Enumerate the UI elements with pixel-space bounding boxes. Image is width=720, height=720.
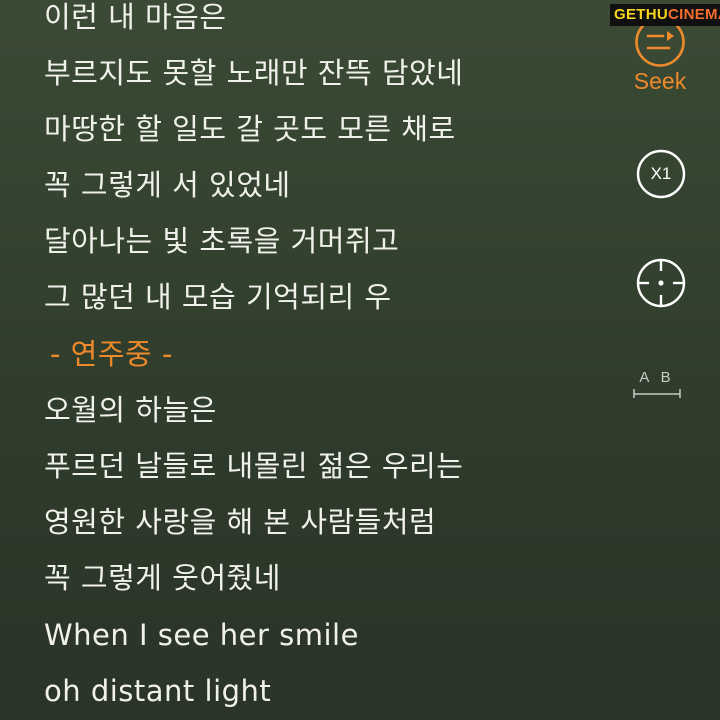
lyric-line[interactable]: 부르지도 못할 노래만 잔뜩 담았네 xyxy=(44,55,463,91)
lyric-line[interactable]: 이런 내 마음은 xyxy=(44,0,227,35)
watermark-part2: CINEMA xyxy=(668,6,720,23)
lyric-line[interactable]: 영원한 사랑을 해 본 사람들처럼 xyxy=(44,504,436,540)
current-position-button[interactable] xyxy=(636,258,686,308)
watermark-part1: GETHU xyxy=(614,6,668,23)
lyric-line[interactable]: 꼭 그렇게 서 있었네 xyxy=(44,167,291,203)
watermark-logo: GETHUCINEMA xyxy=(610,4,720,26)
ab-repeat-icon xyxy=(633,389,681,398)
lyric-line[interactable]: 마땅한 할 일도 갈 곳도 모른 채로 xyxy=(44,111,456,147)
control-sidebar: Seek X1 A B xyxy=(600,0,720,720)
lyric-line[interactable]: 오월의 하늘은 xyxy=(44,392,217,428)
seek-label: Seek xyxy=(633,68,687,94)
lyric-line[interactable]: 달아나는 빛 초록을 거머쥐고 xyxy=(44,223,399,259)
ab-repeat-button[interactable]: A B xyxy=(632,369,682,401)
lyric-line[interactable]: 푸르던 날들로 내몰린 젊은 우리는 xyxy=(44,448,463,484)
lyric-line[interactable]: 그 많던 내 모습 기억되리 우 xyxy=(44,279,392,315)
playback-speed-label: X1 xyxy=(650,164,672,183)
ab-repeat-label: A B xyxy=(639,369,675,386)
target-icon xyxy=(636,258,686,308)
lyric-line[interactable]: 꼭 그렇게 웃어줬네 xyxy=(44,560,281,596)
playback-speed-button[interactable]: X1 xyxy=(636,149,686,199)
interlude-line[interactable]: - 연주중 - xyxy=(50,336,173,372)
lyric-line[interactable]: oh distant light xyxy=(44,673,271,709)
lyric-line[interactable]: When I see her smile xyxy=(44,617,359,653)
